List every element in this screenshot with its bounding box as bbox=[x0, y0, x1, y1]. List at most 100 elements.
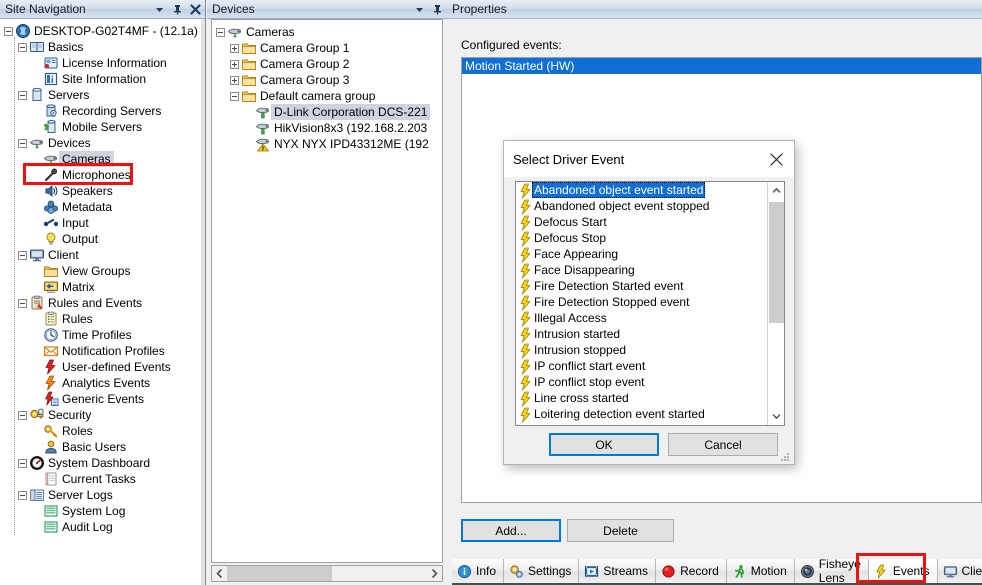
tree-item-nyx-nyx-ipd43312me-192[interactable]: NYX NYX IPD43312ME (192 bbox=[212, 136, 442, 152]
delete-button[interactable]: Delete bbox=[567, 519, 674, 542]
tab-settings[interactable]: Settings bbox=[504, 559, 580, 583]
tree-item-system-dashboard[interactable]: System Dashboard bbox=[0, 455, 205, 471]
driver-event-item[interactable]: Illegal Access bbox=[516, 310, 784, 326]
tree-item-system-log[interactable]: System Log bbox=[0, 503, 205, 519]
collapse-icon[interactable] bbox=[18, 90, 27, 100]
tree-item-camera-group-1[interactable]: Camera Group 1 bbox=[212, 40, 442, 56]
configured-event-item[interactable]: Motion Started (HW) bbox=[462, 58, 981, 74]
site-navigation-scrollbar[interactable] bbox=[201, 19, 205, 585]
tree-item-client[interactable]: Client bbox=[0, 247, 205, 263]
collapse-icon[interactable] bbox=[18, 458, 27, 468]
driver-event-item[interactable]: IP conflict start event bbox=[516, 358, 784, 374]
tree-item-roles[interactable]: Roles bbox=[0, 423, 205, 439]
resize-grip[interactable] bbox=[780, 451, 790, 461]
driver-event-item[interactable]: Intrusion started bbox=[516, 326, 784, 342]
expand-icon[interactable] bbox=[230, 75, 239, 85]
collapse-icon[interactable] bbox=[216, 27, 225, 37]
tree-item-camera-group-2[interactable]: Camera Group 2 bbox=[212, 56, 442, 72]
tree-item-rules-and-events[interactable]: Rules and Events bbox=[0, 295, 205, 311]
tree-item-site-information[interactable]: Site Information bbox=[0, 71, 205, 87]
close-icon[interactable] bbox=[758, 142, 794, 177]
collapse-icon[interactable] bbox=[18, 138, 27, 148]
collapse-icon[interactable] bbox=[4, 26, 13, 36]
driver-event-item[interactable]: Fire Detection Started event bbox=[516, 278, 784, 294]
collapse-icon[interactable] bbox=[18, 298, 27, 308]
scrollbar-thumb[interactable] bbox=[769, 202, 784, 323]
tree-item-user-defined-events[interactable]: User-defined Events bbox=[0, 359, 205, 375]
tree-item-servers[interactable]: Servers bbox=[0, 87, 205, 103]
tree-item-output[interactable]: Output bbox=[0, 231, 205, 247]
pin-icon[interactable] bbox=[169, 2, 185, 17]
tab-fisheye-lens[interactable]: Fisheye Lens bbox=[794, 557, 869, 585]
tree-item-security[interactable]: Security bbox=[0, 407, 205, 423]
tree-item-notification-profiles[interactable]: Notification Profiles bbox=[0, 343, 205, 359]
tab-events[interactable]: Events bbox=[868, 559, 938, 583]
scrollbar-track[interactable] bbox=[227, 566, 427, 581]
tree-item-camera-group-3[interactable]: Camera Group 3 bbox=[212, 72, 442, 88]
expand-icon[interactable] bbox=[230, 43, 239, 53]
tree-item-analytics-events[interactable]: Analytics Events bbox=[0, 375, 205, 391]
dropdown-icon[interactable] bbox=[151, 2, 167, 17]
tree-item-matrix[interactable]: Matrix bbox=[0, 279, 205, 295]
tree-item-audit-log[interactable]: Audit Log bbox=[0, 519, 205, 535]
collapse-icon[interactable] bbox=[230, 91, 239, 101]
collapse-icon[interactable] bbox=[18, 410, 27, 420]
tree-item-desktop-g02t4mf-12-1a[interactable]: DESKTOP-G02T4MF - (12.1a) bbox=[0, 23, 205, 39]
cancel-button[interactable]: Cancel bbox=[668, 433, 778, 456]
tree-item-cameras[interactable]: Cameras bbox=[0, 151, 205, 167]
scrollbar-thumb[interactable] bbox=[227, 566, 332, 581]
driver-event-item[interactable]: Defocus Stop bbox=[516, 230, 784, 246]
tree-item-d-link-corporation-dcs-221[interactable]: D-Link Corporation DCS-221 bbox=[212, 104, 442, 120]
tree-item-speakers[interactable]: Speakers bbox=[0, 183, 205, 199]
close-icon[interactable] bbox=[187, 2, 203, 17]
chevron-left-icon[interactable] bbox=[212, 566, 227, 581]
tree-item-cameras[interactable]: Cameras bbox=[212, 24, 442, 40]
tree-item-current-tasks[interactable]: Current Tasks bbox=[0, 471, 205, 487]
tree-item-view-groups[interactable]: View Groups bbox=[0, 263, 205, 279]
tree-item-microphones[interactable]: Microphones bbox=[0, 167, 205, 183]
tree-item-recording-servers[interactable]: Recording Servers bbox=[0, 103, 205, 119]
driver-event-item[interactable]: Abandoned object event stopped bbox=[516, 198, 784, 214]
tab-streams[interactable]: Streams bbox=[579, 559, 657, 583]
chevron-up-icon[interactable] bbox=[768, 182, 784, 199]
collapse-icon[interactable] bbox=[18, 250, 27, 260]
devices-horizontal-scrollbar[interactable] bbox=[211, 565, 443, 582]
tab-info[interactable]: Info bbox=[452, 559, 505, 583]
ok-button[interactable]: OK bbox=[549, 433, 659, 456]
driver-event-item[interactable]: Abandoned object event started bbox=[516, 182, 784, 198]
driver-event-scrollbar[interactable] bbox=[767, 182, 784, 425]
pin-icon[interactable] bbox=[429, 2, 445, 17]
driver-event-item[interactable]: IP conflict stop event bbox=[516, 374, 784, 390]
tree-item-input[interactable]: Input bbox=[0, 215, 205, 231]
tree-item-rules[interactable]: Rules bbox=[0, 311, 205, 327]
driver-event-item[interactable]: Loitering detection event started bbox=[516, 406, 784, 422]
driver-event-item[interactable]: Face Appearing bbox=[516, 246, 784, 262]
tree-item-basic-users[interactable]: Basic Users bbox=[0, 439, 205, 455]
driver-event-item[interactable]: Fire Detection Stopped event bbox=[516, 294, 784, 310]
tree-item-license-information[interactable]: License Information bbox=[0, 55, 205, 71]
dropdown-icon[interactable] bbox=[411, 2, 427, 17]
chevron-down-icon[interactable] bbox=[768, 408, 784, 425]
driver-event-item[interactable]: Face Disappearing bbox=[516, 262, 784, 278]
collapse-icon[interactable] bbox=[18, 490, 27, 500]
tree-item-default-camera-group[interactable]: Default camera group bbox=[212, 88, 442, 104]
tree-item-devices[interactable]: Devices bbox=[0, 135, 205, 151]
tab-record[interactable]: Record bbox=[656, 559, 727, 583]
driver-event-item[interactable]: Defocus Start bbox=[516, 214, 784, 230]
expand-icon[interactable] bbox=[230, 59, 239, 69]
tree-item-basics[interactable]: Basics bbox=[0, 39, 205, 55]
tree-item-metadata[interactable]: Metadata bbox=[0, 199, 205, 215]
tree-item-generic-events[interactable]: Generic Events bbox=[0, 391, 205, 407]
tree-item-mobile-servers[interactable]: Mobile Servers bbox=[0, 119, 205, 135]
tree-item-server-logs[interactable]: Server Logs bbox=[0, 487, 205, 503]
driver-event-item[interactable]: Intrusion stopped bbox=[516, 342, 784, 358]
tab-motion[interactable]: Motion bbox=[726, 559, 795, 583]
collapse-icon[interactable] bbox=[18, 42, 27, 52]
tree-item-hikvision8x3-192-168-2-203[interactable]: HikVision8x3 (192.168.2.203 bbox=[212, 120, 442, 136]
tab-client[interactable]: Client bbox=[937, 559, 982, 583]
chevron-right-icon[interactable] bbox=[427, 566, 442, 581]
driver-event-item[interactable]: Line cross started bbox=[516, 390, 784, 406]
driver-event-list[interactable]: Abandoned object event started Abandoned … bbox=[515, 181, 785, 426]
add-button[interactable]: Add... bbox=[461, 519, 561, 542]
tree-item-time-profiles[interactable]: Time Profiles bbox=[0, 327, 205, 343]
